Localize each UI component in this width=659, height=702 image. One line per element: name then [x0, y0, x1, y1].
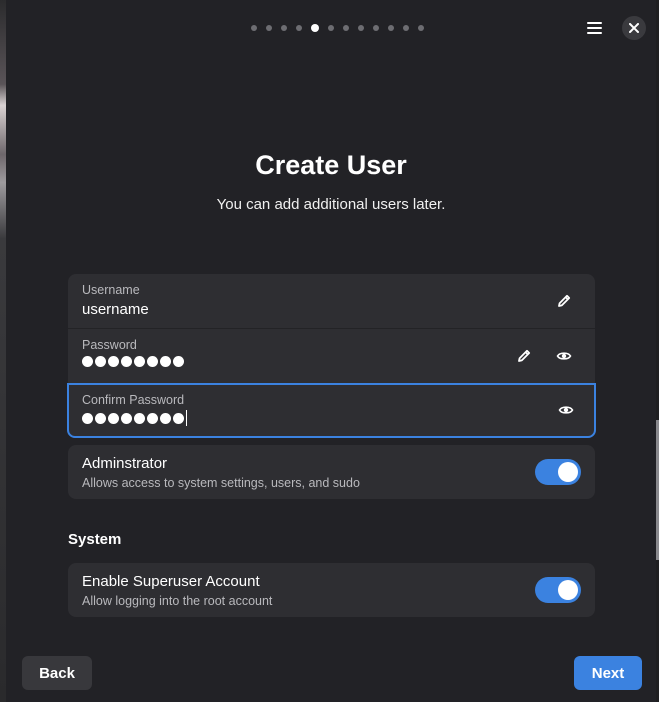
password-mask-dot — [108, 412, 119, 424]
superuser-title: Enable Superuser Account — [82, 573, 260, 590]
page-dot — [373, 25, 379, 31]
page-subtitle: You can add additional users later. — [216, 196, 446, 213]
password-field[interactable]: Password — [68, 329, 595, 384]
password-mask-dot — [95, 356, 106, 367]
password-mask-dot — [173, 356, 184, 367]
next-button[interactable]: Next — [574, 656, 642, 690]
eye-icon — [558, 406, 574, 414]
password-mask-dot — [82, 356, 93, 367]
superuser-toggle[interactable] — [535, 577, 581, 603]
toggle-knob — [558, 580, 578, 600]
username-label: Username — [82, 283, 140, 297]
pencil-icon — [518, 349, 531, 362]
eye-icon — [556, 352, 572, 360]
username-value: username — [82, 301, 149, 318]
password-mask-dot — [82, 412, 93, 424]
page-dot — [343, 25, 349, 31]
password-mask-dot — [121, 412, 132, 424]
password-mask-dot — [134, 356, 145, 367]
main-menu-button[interactable] — [580, 14, 608, 42]
superuser-row[interactable]: Enable Superuser Account Allow logging i… — [68, 563, 595, 617]
superuser-description: Allow logging into the root account — [82, 594, 273, 608]
page-dot — [403, 25, 409, 31]
password-mask — [82, 356, 184, 367]
pencil-icon — [558, 294, 571, 307]
close-icon — [629, 23, 639, 33]
system-section-heading: System — [68, 531, 122, 548]
username-field[interactable]: Username username — [68, 274, 595, 329]
text-caret — [186, 410, 187, 426]
show-password-button[interactable] — [552, 344, 576, 368]
page-title: Create User — [255, 150, 407, 180]
page-indicator — [251, 23, 424, 33]
password-mask-dot — [147, 356, 158, 367]
password-mask-dot — [121, 356, 132, 367]
password-mask-dot — [108, 356, 119, 367]
hamburger-menu-icon — [586, 22, 602, 34]
user-fields-group: Username username Password Confirm Passw… — [67, 274, 596, 438]
password-mask-dot — [147, 412, 158, 424]
confirm-password-value — [82, 410, 187, 426]
page-dot — [418, 25, 424, 31]
toggle-knob — [558, 462, 578, 482]
administrator-title: Adminstrator — [82, 455, 168, 472]
page-dot — [296, 25, 302, 31]
back-button[interactable]: Back — [22, 656, 92, 690]
page-dot — [388, 25, 394, 31]
administrator-toggle[interactable] — [535, 459, 581, 485]
confirm-password-label: Confirm Password — [82, 393, 185, 407]
page-dot — [266, 25, 272, 31]
show-confirm-password-button[interactable] — [554, 398, 578, 422]
page-dot — [281, 25, 287, 31]
edit-password-button[interactable] — [512, 344, 536, 368]
password-value — [82, 356, 184, 367]
administrator-description: Allows access to system settings, users,… — [82, 476, 360, 490]
page-dot — [358, 25, 364, 31]
confirm-password-mask — [82, 412, 184, 424]
password-label: Password — [82, 338, 137, 352]
administrator-row[interactable]: Adminstrator Allows access to system set… — [68, 445, 595, 499]
page-dot — [251, 25, 257, 31]
setup-window: Create User You can add additional users… — [6, 0, 656, 702]
close-button[interactable] — [622, 16, 646, 40]
password-mask-dot — [134, 412, 145, 424]
confirm-password-field[interactable]: Confirm Password — [67, 383, 596, 438]
password-mask-dot — [173, 412, 184, 424]
page-dot-active — [311, 24, 319, 32]
page-dot — [328, 25, 334, 31]
password-mask-dot — [160, 412, 171, 424]
edit-username-button[interactable] — [552, 289, 576, 313]
password-mask-dot — [95, 412, 106, 424]
password-mask-dot — [160, 356, 171, 367]
